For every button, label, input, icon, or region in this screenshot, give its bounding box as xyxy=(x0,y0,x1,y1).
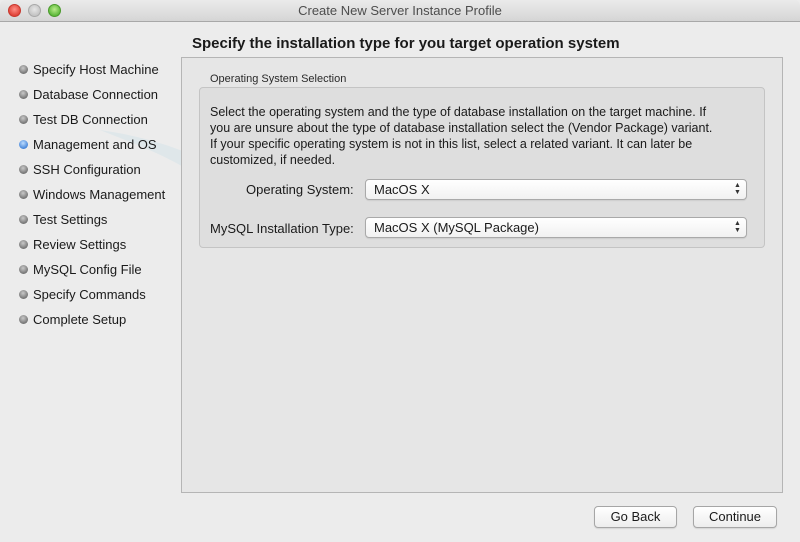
sidebar-item-specify-commands[interactable]: Specify Commands xyxy=(19,284,146,304)
step-bullet-icon xyxy=(19,289,28,299)
step-bullet-icon xyxy=(19,114,28,124)
sidebar-item-label: SSH Configuration xyxy=(33,161,141,177)
installation-type-value: MacOS X (MySQL Package) xyxy=(374,220,539,235)
sidebar-item-test-db-connection[interactable]: Test DB Connection xyxy=(19,109,148,129)
sidebar-item-label: Windows Management xyxy=(33,186,166,202)
sidebar-item-label: Specify Host Machine xyxy=(33,61,159,77)
sidebar-item-test-settings[interactable]: Test Settings xyxy=(19,209,107,229)
popup-arrows-icon: ▲ ▼ xyxy=(734,182,741,196)
wizard-window: Create New Server Instance Profile Speci… xyxy=(0,0,800,542)
step-bullet-icon xyxy=(19,264,28,274)
sidebar-item-database-connection[interactable]: Database Connection xyxy=(19,84,158,104)
sidebar-item-label: MySQL Config File xyxy=(33,261,142,277)
instructions-line: you are unsure about the type of databas… xyxy=(210,121,713,135)
sidebar-item-review-settings[interactable]: Review Settings xyxy=(19,234,126,254)
step-bullet-icon xyxy=(19,164,28,174)
title-bar[interactable]: Create New Server Instance Profile xyxy=(0,0,800,22)
sidebar-item-management-and-os[interactable]: Management and OS xyxy=(19,134,157,154)
go-back-button[interactable]: Go Back xyxy=(594,506,677,528)
wizard-steps-sidebar: Specify Host Machine Database Connection… xyxy=(0,22,180,522)
sidebar-item-mysql-config-file[interactable]: MySQL Config File xyxy=(19,259,142,279)
step-bullet-icon xyxy=(19,314,28,324)
continue-button[interactable]: Continue xyxy=(693,506,777,528)
page-title: Specify the installation type for you ta… xyxy=(192,35,620,52)
instructions-text: Select the operating system and the type… xyxy=(210,104,755,168)
minimize-window-button[interactable] xyxy=(28,4,41,17)
step-bullet-icon xyxy=(19,239,28,249)
sidebar-item-label: Management and OS xyxy=(33,136,157,152)
instructions-line: customized, if needed. xyxy=(210,153,336,167)
sidebar-item-label: Test Settings xyxy=(33,211,108,227)
installation-type-label: MySQL Installation Type: xyxy=(210,221,354,236)
sidebar-item-specify-host-machine[interactable]: Specify Host Machine xyxy=(19,59,159,79)
step-bullet-icon xyxy=(19,64,28,74)
sidebar-item-label: Complete Setup xyxy=(33,311,127,327)
sidebar-item-ssh-configuration[interactable]: SSH Configuration xyxy=(19,159,141,179)
zoom-window-button[interactable] xyxy=(48,4,61,17)
instructions-line: If your specific operating system is not… xyxy=(210,137,693,151)
sidebar-item-label: Test DB Connection xyxy=(33,111,148,127)
operating-system-select[interactable]: MacOS X ▲ ▼ xyxy=(365,179,747,200)
sidebar-item-complete-setup[interactable]: Complete Setup xyxy=(19,309,126,329)
window-title: Create New Server Instance Profile xyxy=(298,3,502,18)
instructions-line: Select the operating system and the type… xyxy=(210,105,707,119)
close-window-button[interactable] xyxy=(8,4,21,17)
step-bullet-icon xyxy=(19,214,28,224)
sidebar-item-label: Specify Commands xyxy=(33,286,146,302)
active-step-bullet-icon xyxy=(19,139,28,149)
operating-system-label: Operating System: xyxy=(246,182,354,197)
sidebar-item-windows-management[interactable]: Windows Management xyxy=(19,184,165,204)
sidebar-item-label: Review Settings xyxy=(33,236,127,252)
operating-system-value: MacOS X xyxy=(374,182,430,197)
step-bullet-icon xyxy=(19,89,28,99)
sidebar-item-label: Database Connection xyxy=(33,86,159,102)
popup-arrows-icon: ▲ ▼ xyxy=(734,220,741,234)
installation-type-select[interactable]: MacOS X (MySQL Package) ▲ ▼ xyxy=(365,217,747,238)
step-bullet-icon xyxy=(19,189,28,199)
groupbox-title: Operating System Selection xyxy=(210,73,347,85)
